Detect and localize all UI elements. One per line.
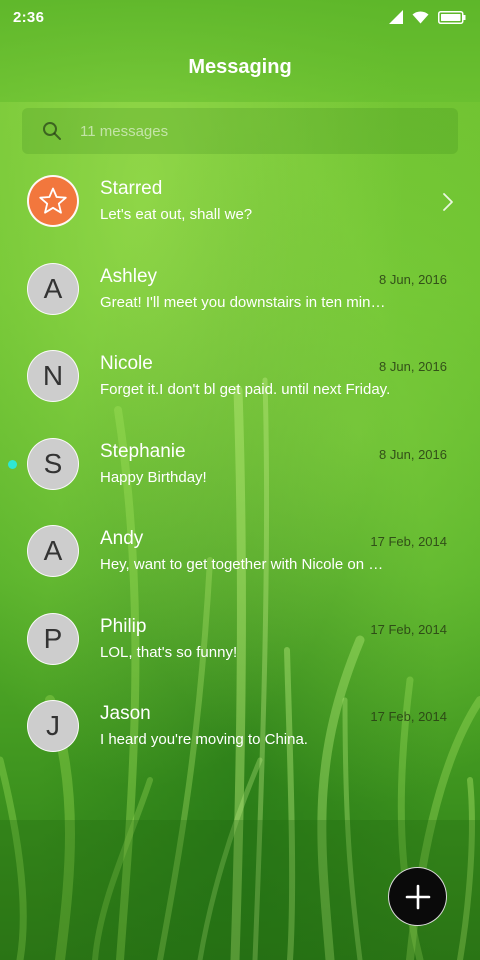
message-date: 17 Feb, 2014 xyxy=(370,534,447,549)
contact-name: Andy xyxy=(100,528,144,549)
search-bar[interactable] xyxy=(22,108,458,154)
message-preview: Forget it.I don't bl get paid. until nex… xyxy=(100,381,391,398)
contact-name: Stephanie xyxy=(100,440,186,462)
conversation-row-starred[interactable]: Starred Let's eat out, shall we? xyxy=(0,164,480,252)
message-preview: I heard you're moving to China. xyxy=(100,731,308,748)
message-preview: Hey, want to get together with Nicole on… xyxy=(100,556,392,573)
message-date: 17 Feb, 2014 xyxy=(370,709,447,724)
conversation-row[interactable]: A Ashley 8 Jun, 2016 Great! I'll meet yo… xyxy=(0,252,480,340)
status-time: 2:36 xyxy=(13,9,45,26)
contact-name: Philip xyxy=(100,615,147,637)
avatar: A xyxy=(27,525,79,577)
starred-avatar xyxy=(27,175,79,227)
plus-icon xyxy=(405,884,430,909)
contact-name: Ashley xyxy=(100,265,158,287)
conversation-row[interactable]: A Andy 17 Feb, 2014 Hey, want to get tog… xyxy=(0,514,480,602)
avatar: A xyxy=(27,262,79,315)
avatar: S xyxy=(27,437,79,490)
status-icons xyxy=(389,10,466,24)
status-bar: 2:36 xyxy=(0,0,480,36)
search-icon xyxy=(43,122,61,140)
conversation-row[interactable]: N Nicole 8 Jun, 2016 Forget it.I don't b… xyxy=(0,339,480,427)
message-date: 8 Jun, 2016 xyxy=(379,446,447,462)
conversation-list: Starred Let's eat out, shall we? A Ashle… xyxy=(0,164,480,777)
avatar: N xyxy=(27,350,79,402)
message-date: 8 Jun, 2016 xyxy=(379,271,447,287)
conversation-row[interactable]: S Stephanie 8 Jun, 2016 Happy Birthday! xyxy=(0,427,480,515)
message-date: 8 Jun, 2016 xyxy=(379,359,447,374)
contact-name: Nicole xyxy=(100,353,153,374)
message-preview: LOL, that's so funny! xyxy=(100,643,238,661)
search-input[interactable] xyxy=(80,108,440,154)
new-message-button[interactable] xyxy=(388,867,447,926)
avatar: P xyxy=(27,612,79,665)
conversation-row[interactable]: J Jason 17 Feb, 2014 I heard you're movi… xyxy=(0,689,480,777)
contact-name: Jason xyxy=(100,703,151,724)
unread-indicator xyxy=(8,459,17,469)
battery-icon xyxy=(438,10,466,24)
message-date: 17 Feb, 2014 xyxy=(370,621,447,637)
message-preview: Great! I'll meet you downstairs in ten m… xyxy=(100,293,392,311)
contact-name: Starred xyxy=(100,178,163,199)
conversation-row[interactable]: P Philip 17 Feb, 2014 LOL, that's so fun… xyxy=(0,602,480,690)
message-preview: Happy Birthday! xyxy=(100,468,207,486)
wifi-icon xyxy=(412,11,429,24)
chevron-right-icon xyxy=(443,193,453,211)
star-icon xyxy=(39,187,67,214)
page-title: Messaging xyxy=(188,56,292,78)
cellular-signal-icon xyxy=(389,10,403,24)
message-preview: Let's eat out, shall we? xyxy=(100,206,253,223)
avatar: J xyxy=(27,700,79,752)
